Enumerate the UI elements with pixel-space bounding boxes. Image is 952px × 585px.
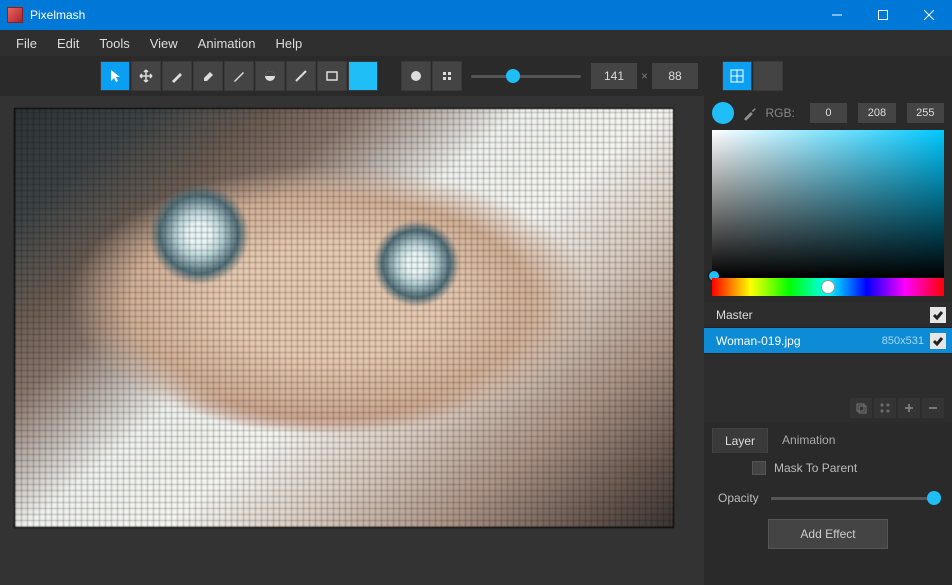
grid-toggle[interactable]: [722, 61, 752, 91]
app-title: Pixelmash: [30, 8, 85, 22]
rgb-label: RGB:: [765, 106, 794, 120]
saturation-value-picker[interactable]: [712, 130, 944, 278]
size-slider[interactable]: [471, 61, 581, 91]
maximize-button[interactable]: [860, 0, 906, 30]
opacity-thumb: [927, 491, 941, 505]
grid-options[interactable]: [753, 61, 783, 91]
eyedropper-icon[interactable]: [742, 105, 758, 121]
canvas[interactable]: [14, 108, 674, 528]
menu-edit[interactable]: Edit: [47, 33, 89, 54]
tool-pointer[interactable]: [100, 61, 130, 91]
tool-rect[interactable]: [317, 61, 347, 91]
layer-add-button[interactable]: [898, 398, 920, 418]
app-icon: [7, 7, 23, 23]
close-button[interactable]: [906, 0, 952, 30]
layer-name: Woman-019.jpg: [716, 334, 801, 348]
width-input[interactable]: 141: [591, 63, 637, 89]
tab-animation[interactable]: Animation: [770, 428, 847, 453]
menu-help[interactable]: Help: [265, 33, 312, 54]
property-tabs: Layer Animation: [704, 422, 952, 453]
tool-move[interactable]: [131, 61, 161, 91]
menubar: File Edit Tools View Animation Help: [0, 30, 952, 56]
hue-slider[interactable]: [712, 278, 944, 296]
mask-to-parent-label: Mask To Parent: [774, 461, 857, 475]
rgb-b[interactable]: 255: [907, 103, 944, 123]
opacity-slider[interactable]: [771, 497, 938, 500]
side-panel: RGB: 0 208 255 Master Woman-019.jpg 850x…: [704, 96, 952, 585]
minimize-button[interactable]: [814, 0, 860, 30]
tab-layer[interactable]: Layer: [712, 428, 768, 453]
tool-line[interactable]: [286, 61, 316, 91]
brush-round[interactable]: [401, 61, 431, 91]
layer-master[interactable]: Master: [704, 302, 952, 328]
menu-file[interactable]: File: [6, 33, 47, 54]
layer-remove-button[interactable]: [922, 398, 944, 418]
dim-separator: ×: [641, 69, 648, 83]
mask-to-parent-checkbox[interactable]: [752, 461, 766, 475]
layer-visible[interactable]: [930, 333, 946, 349]
color-swatch-toolbar[interactable]: [348, 61, 378, 91]
layer-meta: 850x531: [882, 335, 924, 347]
layer-group-button[interactable]: [874, 398, 896, 418]
menu-animation[interactable]: Animation: [188, 33, 266, 54]
layer-master-visible[interactable]: [930, 307, 946, 323]
canvas-area: [0, 96, 704, 585]
height-input[interactable]: 88: [652, 63, 698, 89]
tool-fill[interactable]: [255, 61, 285, 91]
layers-panel: Master Woman-019.jpg 850x531: [704, 302, 952, 422]
menu-view[interactable]: View: [140, 33, 188, 54]
rgb-r[interactable]: 0: [810, 103, 847, 123]
layer-duplicate-button[interactable]: [850, 398, 872, 418]
current-color-swatch[interactable]: [712, 102, 734, 124]
tool-pencil[interactable]: [224, 61, 254, 91]
add-effect-button[interactable]: Add Effect: [768, 519, 888, 549]
tool-brush[interactable]: [162, 61, 192, 91]
layer-item[interactable]: Woman-019.jpg 850x531: [704, 328, 952, 354]
titlebar: Pixelmash: [0, 0, 952, 30]
tool-eraser[interactable]: [193, 61, 223, 91]
menu-tools[interactable]: Tools: [89, 33, 139, 54]
rgb-g[interactable]: 208: [858, 103, 895, 123]
hue-thumb: [821, 280, 835, 294]
layer-master-label: Master: [716, 308, 753, 322]
toolbar: 141 × 88: [0, 56, 952, 96]
brush-square[interactable]: [432, 61, 462, 91]
opacity-label: Opacity: [718, 491, 759, 505]
